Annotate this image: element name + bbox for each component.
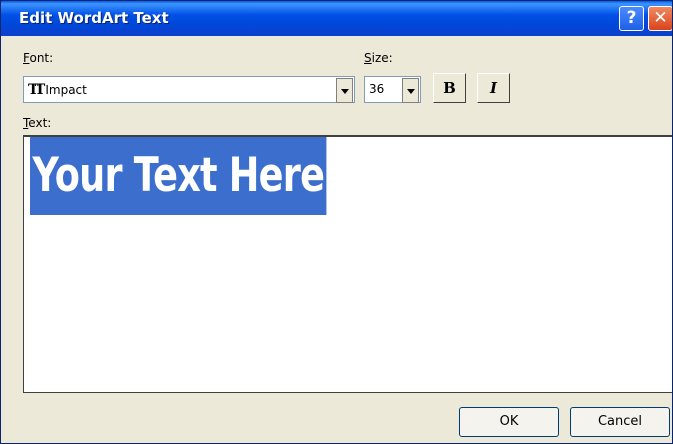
size-dropdown-arrow-icon[interactable] (402, 78, 419, 103)
bold-button[interactable]: B (433, 73, 466, 103)
edit-wordart-dialog: Edit WordArt Text ? ✕ Font: TT Impact Siz… (0, 0, 673, 444)
truetype-font-icon: TT (28, 82, 45, 98)
selected-wordart-text[interactable]: Your Text Here (30, 137, 327, 215)
help-button[interactable]: ? (619, 6, 644, 31)
size-label: Size: (364, 51, 393, 65)
text-label: Text: (23, 116, 52, 130)
title-bar[interactable]: Edit WordArt Text ? ✕ (1, 1, 672, 36)
font-dropdown-arrow-icon[interactable] (336, 78, 353, 103)
close-icon[interactable]: ✕ (648, 6, 672, 31)
ok-button[interactable]: OK (459, 407, 559, 437)
font-dropdown[interactable]: TT Impact (23, 76, 355, 103)
font-value: TT Impact (28, 82, 87, 98)
font-label: Font: (23, 51, 54, 65)
size-dropdown[interactable]: 36 (364, 76, 421, 103)
wordart-text-input[interactable]: Your Text Here (23, 135, 672, 393)
window-title: Edit WordArt Text (19, 9, 169, 27)
italic-button[interactable]: I (477, 73, 510, 103)
cancel-button[interactable]: Cancel (570, 407, 670, 437)
size-value: 36 (369, 82, 385, 96)
